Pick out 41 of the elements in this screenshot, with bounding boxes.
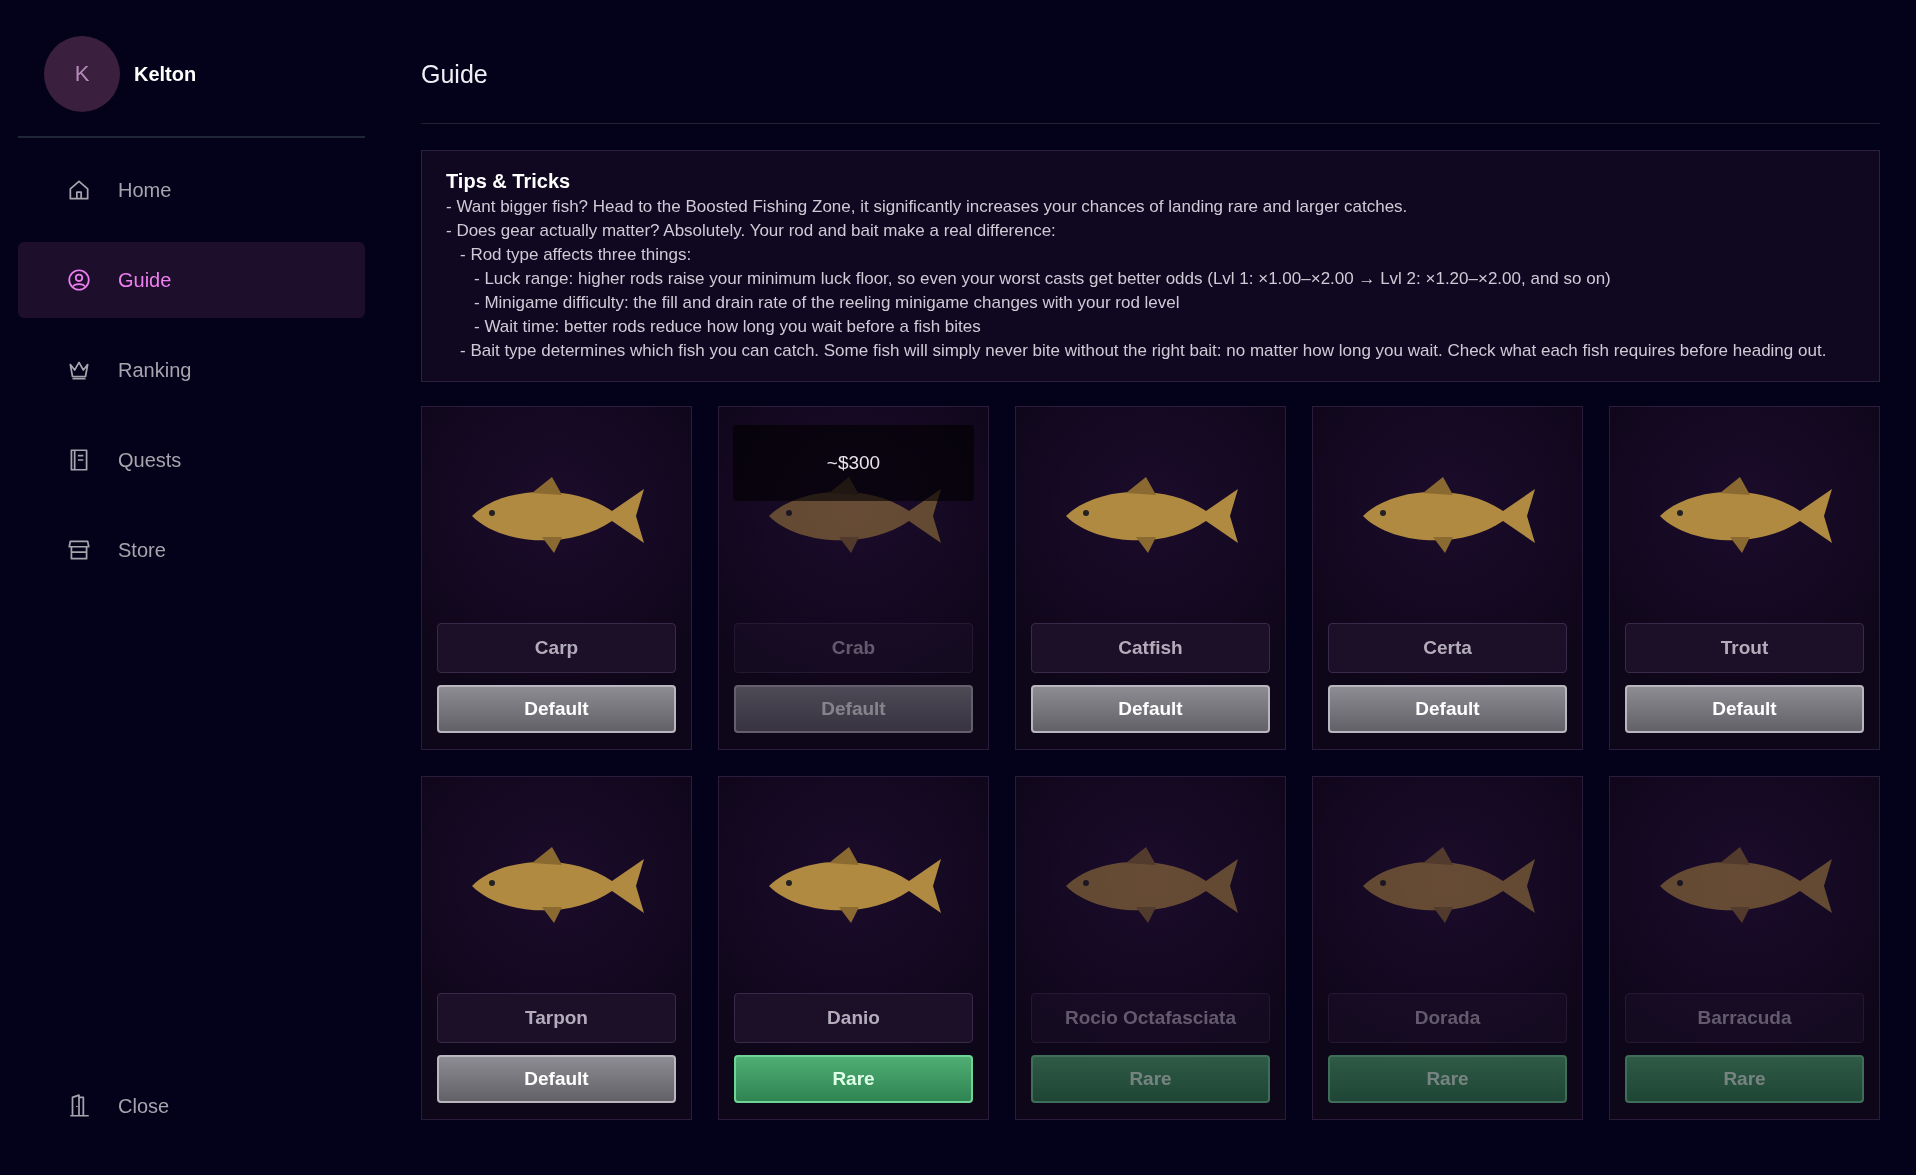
nav-item[interactable]: Store — [18, 512, 365, 588]
user-avatar: K — [44, 36, 120, 112]
tip-text: - Luck range: higher rods raise your minimum luck floor, so even your worst casts get better odds (Lvl 1: ×1.00–×2.00 → Lvl 2: ×1.20–×2.00, and so on) — [473, 268, 1612, 290]
fish-name: Dorada — [1328, 993, 1567, 1043]
fish-name: Tarpon — [437, 993, 676, 1043]
tip-text: - Minigame difficulty: the fill and drain rate of the reeling minigame changes with your rod level — [473, 292, 1181, 314]
fish-name: Crab — [734, 623, 973, 673]
fish-card[interactable]: Certa Default — [1312, 406, 1583, 750]
fish-name: Trout — [1625, 623, 1864, 673]
fish-name: Barracuda — [1625, 993, 1864, 1043]
fish-name: Carp — [437, 623, 676, 673]
user-icon — [66, 267, 92, 293]
tips-title: Tips & Tricks — [446, 169, 572, 194]
fish-card[interactable]: Carp Default — [421, 406, 692, 750]
fish-name: Certa — [1328, 623, 1567, 673]
rarity-button[interactable]: Default — [437, 1055, 676, 1103]
fish-name: Catfish — [1031, 623, 1270, 673]
nav-item[interactable]: Guide — [18, 242, 365, 318]
nav-item[interactable]: Quests — [18, 422, 365, 498]
close-item[interactable]: Close — [18, 1081, 365, 1131]
page-title: Guide — [421, 60, 489, 89]
tip-text: - Bait type determines which fish you can catch. Some fish will simply never bite without the right bait: no matter how long you wait. Check what each fish requires before heading out. — [459, 340, 1828, 362]
nav-item[interactable]: Home — [18, 152, 365, 228]
rarity-button[interactable]: Default — [1625, 685, 1864, 733]
fish-card[interactable]: Catfish Default — [1015, 406, 1286, 750]
fish-name: Danio — [734, 993, 973, 1043]
tip-text: - Rod type affects three things: — [459, 244, 693, 266]
fish-name: Rocio Octafasciata — [1031, 993, 1270, 1043]
fish-card[interactable]: Danio Rare — [718, 776, 989, 1120]
store-icon — [66, 537, 92, 563]
rarity-button[interactable]: Default — [1031, 685, 1270, 733]
nav-item[interactable]: Ranking — [18, 332, 365, 408]
rarity-button[interactable]: Default — [1328, 685, 1567, 733]
tip-text: - Want bigger fish? Head to the Boosted Fishing Zone, it significantly increases your chances of landing rare and larger catches. — [446, 196, 1409, 218]
fish-card[interactable]: Tarpon Default — [421, 776, 692, 1120]
user-name: Kelton — [134, 62, 197, 86]
tip-text: - Wait time: better rods reduce how long you wait before a fish bites — [473, 316, 982, 338]
price-tooltip: ~$300 — [733, 425, 974, 501]
fish-card[interactable]: Trout Default — [1609, 406, 1880, 750]
tip-text: - Does gear actually matter? Absolutely. Your rod and bait make a real difference: — [446, 220, 1057, 242]
rarity-button[interactable]: Default — [437, 685, 676, 733]
